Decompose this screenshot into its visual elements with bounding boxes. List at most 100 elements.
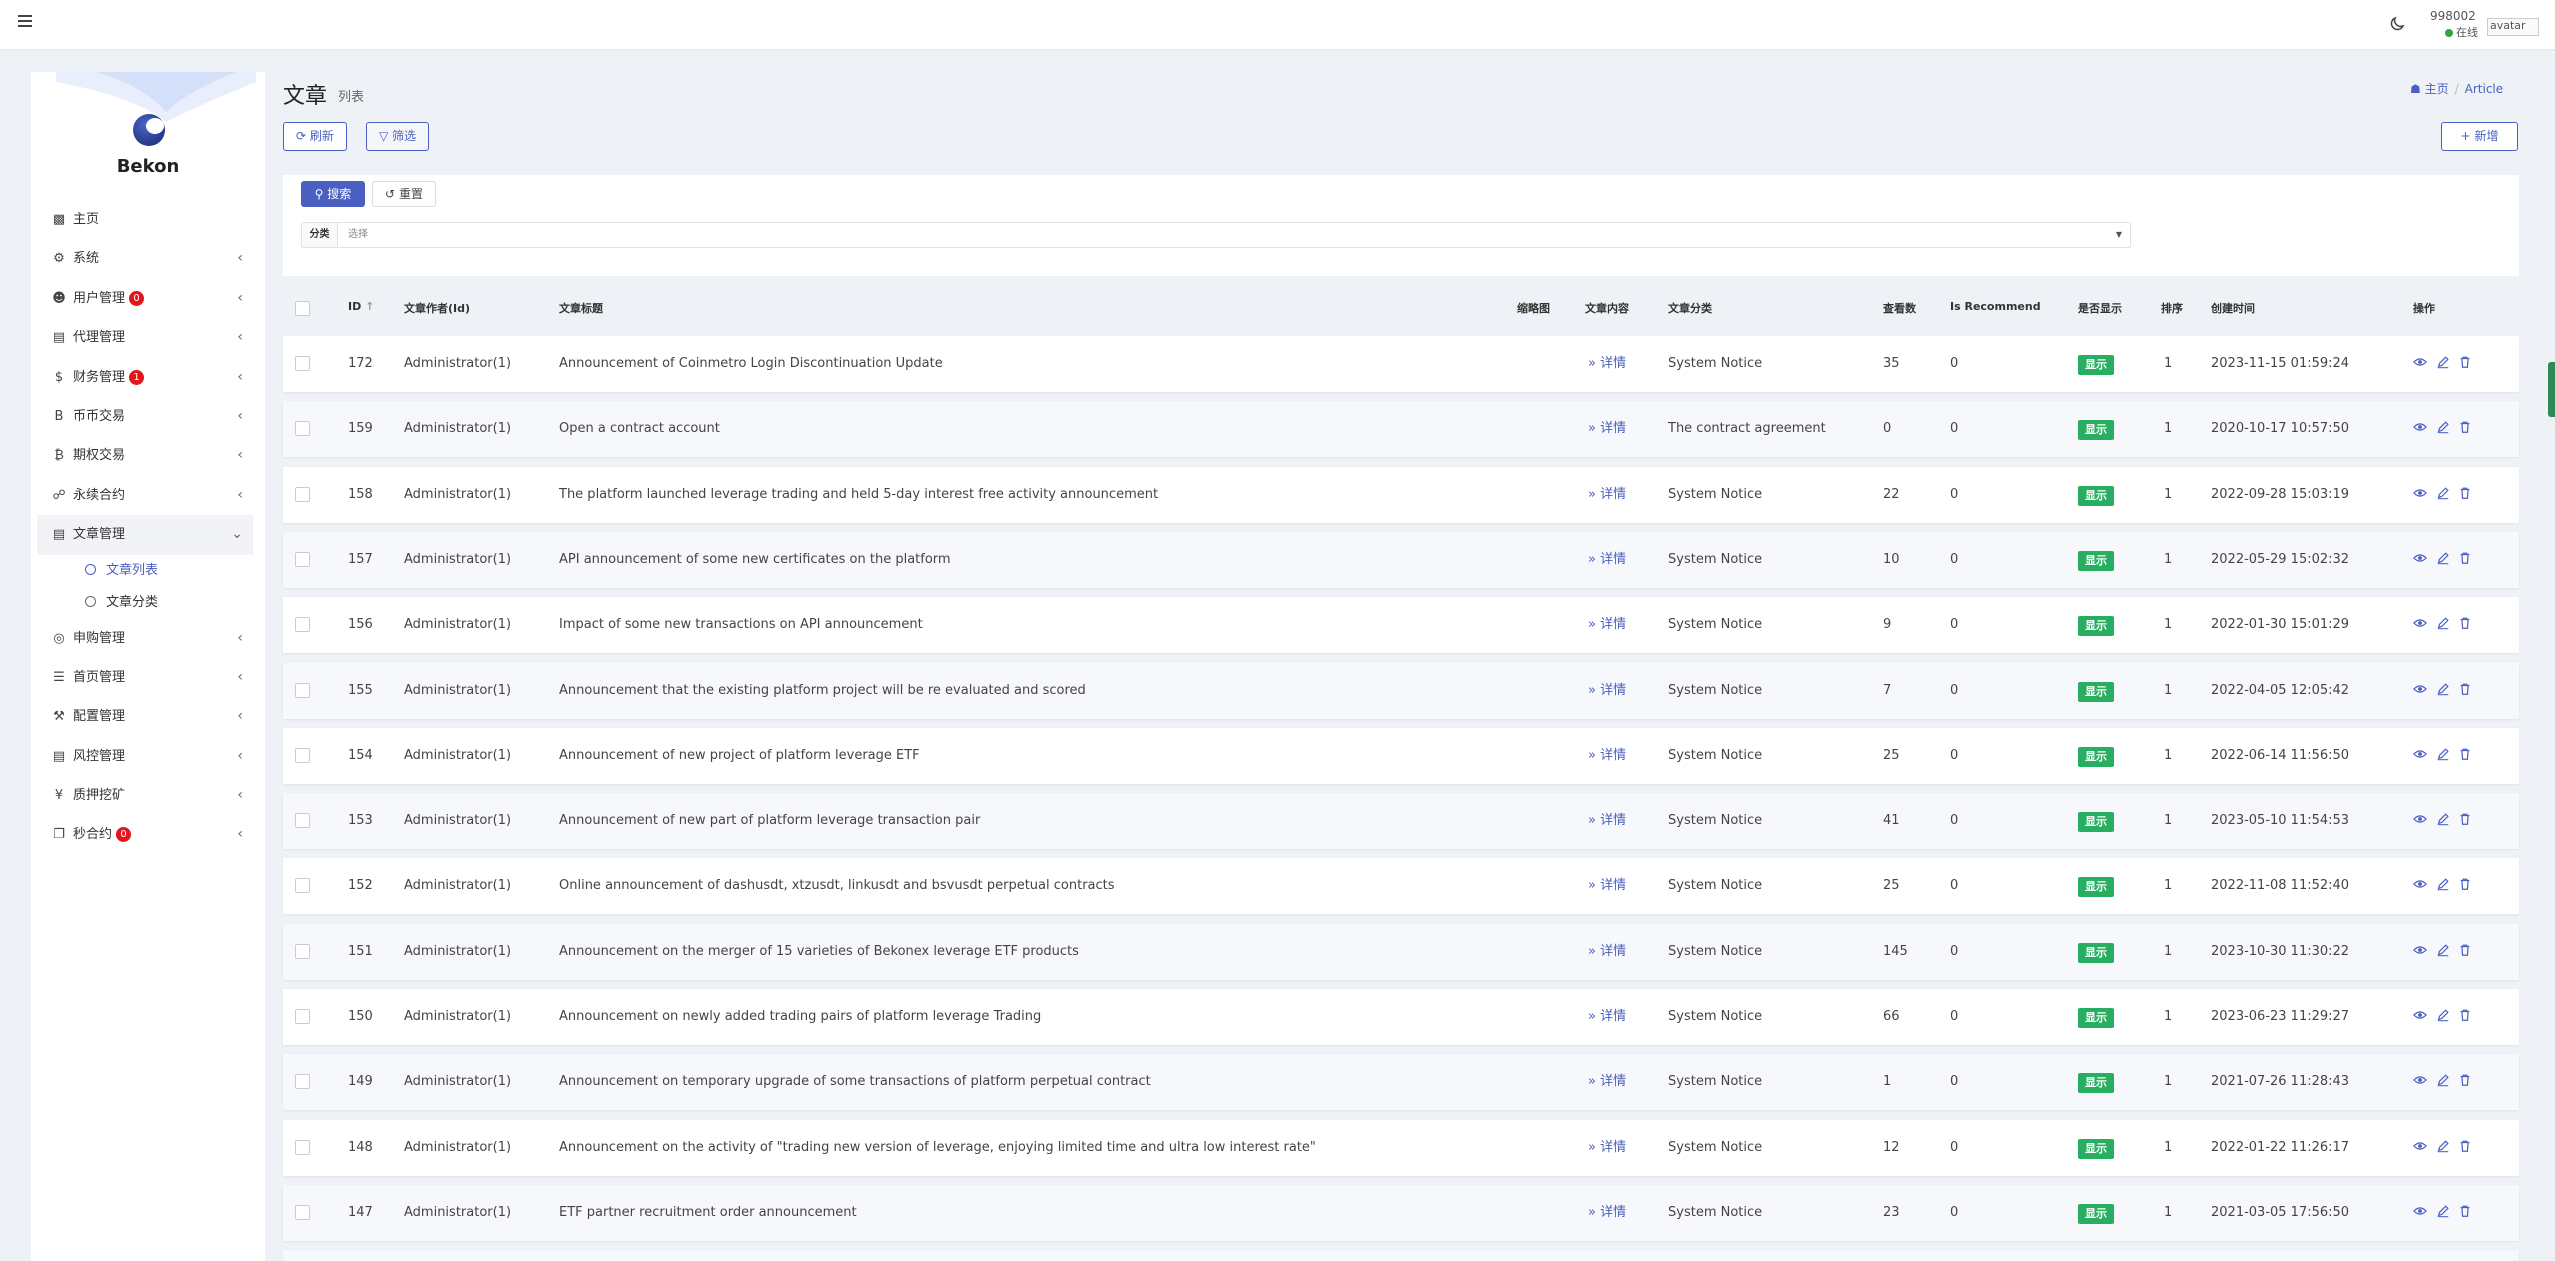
detail-link[interactable]: » 详情	[1588, 467, 1626, 523]
edit-icon[interactable]	[2436, 355, 2452, 371]
view-icon[interactable]	[2413, 355, 2429, 371]
show-status-badge[interactable]: 显示	[2078, 616, 2114, 637]
edit-icon[interactable]	[2436, 420, 2452, 436]
sidebar-item[interactable]: ❐ 秒合约 0 ‹	[31, 815, 265, 854]
breadcrumb-home[interactable]: ☗ 主页	[2410, 82, 2449, 96]
view-icon[interactable]	[2413, 1008, 2429, 1024]
sidebar-item[interactable]: ⚒ 配置管理 ‹	[31, 697, 265, 736]
edit-icon[interactable]	[2436, 877, 2452, 893]
show-status-badge[interactable]: 显示	[2078, 1008, 2114, 1028]
show-status-badge[interactable]: 显示	[2078, 877, 2114, 898]
delete-icon[interactable]	[2458, 1073, 2474, 1089]
add-button[interactable]: + 新增	[2441, 122, 2518, 151]
edit-icon[interactable]	[2436, 551, 2452, 567]
show-status-badge[interactable]: 显示	[2078, 550, 2114, 571]
delete-icon[interactable]	[2458, 682, 2474, 698]
sidebar-item[interactable]: B 币币交易 ‹	[31, 397, 265, 436]
detail-link[interactable]: » 详情	[1588, 793, 1626, 849]
view-icon[interactable]	[2413, 1073, 2429, 1089]
delete-icon[interactable]	[2458, 355, 2474, 371]
delete-icon[interactable]	[2458, 486, 2474, 502]
edit-icon[interactable]	[2436, 1139, 2452, 1155]
sidebar-subitem[interactable]: 文章列表	[31, 555, 265, 587]
sidebar-item[interactable]: $ 财务管理 1 ‹	[31, 358, 265, 397]
show-status-badge[interactable]: 显示	[2078, 1138, 2114, 1159]
delete-icon[interactable]	[2458, 616, 2474, 632]
view-icon[interactable]	[2413, 747, 2429, 763]
row-checkbox[interactable]	[295, 1139, 310, 1155]
show-status-badge[interactable]: 显示	[2078, 812, 2114, 833]
col-id[interactable]: ID ↑	[348, 300, 374, 313]
detail-link[interactable]: » 详情	[1588, 858, 1626, 914]
delete-icon[interactable]	[2458, 420, 2474, 436]
show-status-badge[interactable]: 显示	[2078, 942, 2114, 963]
delete-icon[interactable]	[2458, 1139, 2474, 1155]
edit-icon[interactable]	[2436, 682, 2452, 698]
edit-icon[interactable]	[2436, 1204, 2452, 1220]
row-checkbox[interactable]	[295, 421, 310, 437]
avatar[interactable]: avatar	[2487, 18, 2539, 36]
row-checkbox[interactable]	[295, 943, 310, 959]
delete-icon[interactable]	[2458, 747, 2474, 763]
detail-link[interactable]: » 详情	[1588, 1185, 1626, 1241]
menu-toggle-icon[interactable]	[18, 15, 32, 27]
show-status-badge[interactable]: 显示	[2078, 420, 2114, 441]
edit-icon[interactable]	[2436, 812, 2452, 828]
delete-icon[interactable]	[2458, 1008, 2474, 1024]
view-icon[interactable]	[2413, 486, 2429, 502]
view-icon[interactable]	[2413, 420, 2429, 436]
user-id[interactable]: 998002	[2430, 9, 2476, 23]
delete-icon[interactable]	[2458, 877, 2474, 893]
filter-button[interactable]: ▽ 筛选	[366, 122, 430, 151]
sidebar-item[interactable]: ▤ 代理管理 ‹	[31, 318, 265, 357]
edit-icon[interactable]	[2436, 943, 2452, 959]
search-button[interactable]: ⚲ 搜索	[301, 181, 365, 207]
detail-link[interactable]: » 详情	[1588, 1054, 1626, 1110]
sidebar-item[interactable]: ▩ 主页	[31, 200, 265, 239]
show-status-badge[interactable]: 显示	[2078, 1203, 2114, 1224]
row-checkbox[interactable]	[295, 878, 310, 894]
refresh-button[interactable]: ⟳ 刷新	[283, 122, 347, 151]
view-icon[interactable]	[2413, 877, 2429, 893]
sidebar-item[interactable]: ⚙ 系统 ‹	[31, 239, 265, 278]
sidebar-item[interactable]: ☻ 用户管理 0 ‹	[31, 279, 265, 318]
edit-icon[interactable]	[2436, 1008, 2452, 1024]
row-checkbox[interactable]	[295, 747, 310, 763]
category-select[interactable]: 选择	[348, 223, 368, 247]
show-status-badge[interactable]: 显示	[2078, 746, 2114, 767]
show-status-badge[interactable]: 显示	[2078, 1073, 2114, 1094]
row-checkbox[interactable]	[295, 356, 310, 371]
sidebar-item[interactable]: ▤ 文章管理 ⌄	[37, 515, 253, 555]
detail-link[interactable]: » 详情	[1588, 336, 1626, 392]
detail-link[interactable]: » 详情	[1588, 597, 1626, 653]
sidebar-item[interactable]: ◎ 申购管理 ‹	[31, 619, 265, 658]
edit-icon[interactable]	[2436, 486, 2452, 502]
sidebar-item[interactable]: ₿ 期权交易 ‹	[31, 436, 265, 475]
dark-mode-icon[interactable]	[2388, 15, 2406, 33]
view-icon[interactable]	[2413, 682, 2429, 698]
view-icon[interactable]	[2413, 812, 2429, 828]
row-checkbox[interactable]	[295, 682, 310, 698]
detail-link[interactable]: » 详情	[1588, 532, 1626, 588]
select-all-checkbox[interactable]	[295, 301, 310, 316]
view-icon[interactable]	[2413, 943, 2429, 959]
row-checkbox[interactable]	[295, 617, 310, 633]
row-checkbox[interactable]	[295, 1204, 310, 1220]
edit-icon[interactable]	[2436, 1073, 2452, 1089]
delete-icon[interactable]	[2458, 812, 2474, 828]
edit-icon[interactable]	[2436, 747, 2452, 763]
detail-link[interactable]: » 详情	[1588, 989, 1626, 1045]
row-checkbox[interactable]	[295, 1074, 310, 1090]
edit-icon[interactable]	[2436, 616, 2452, 632]
view-icon[interactable]	[2413, 616, 2429, 632]
show-status-badge[interactable]: 显示	[2078, 485, 2114, 506]
sidebar-item[interactable]: ¥ 质押挖矿 ‹	[31, 776, 265, 815]
delete-icon[interactable]	[2458, 943, 2474, 959]
row-checkbox[interactable]	[295, 813, 310, 829]
detail-link[interactable]: » 详情	[1588, 728, 1626, 784]
view-icon[interactable]	[2413, 1204, 2429, 1220]
row-checkbox[interactable]	[295, 551, 310, 567]
reset-button[interactable]: ↺ 重置	[372, 181, 436, 207]
detail-link[interactable]: » 详情	[1588, 1120, 1626, 1176]
view-icon[interactable]	[2413, 551, 2429, 567]
